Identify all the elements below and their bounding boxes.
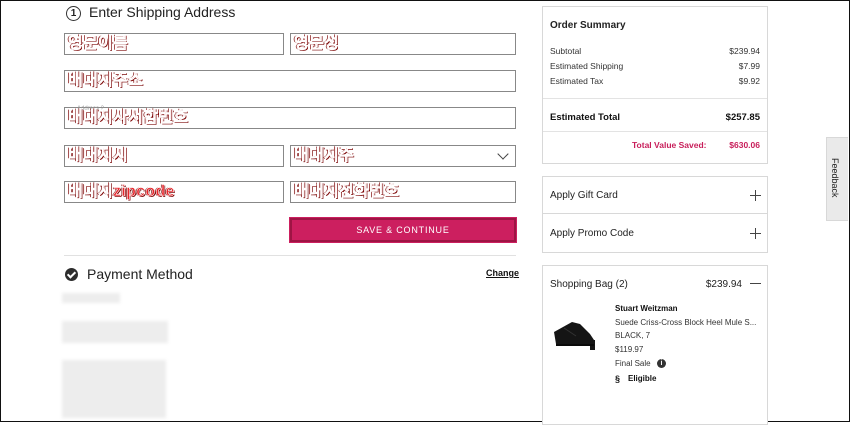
tax-value: $9.92 xyxy=(738,76,760,86)
estimated-total-value: $257.85 xyxy=(725,112,760,123)
shipping-value: $7.99 xyxy=(738,61,760,71)
feedback-tab[interactable]: Feedback xyxy=(826,137,848,221)
subtotal-value: $239.94 xyxy=(729,46,760,56)
total-saved-label: Total Value Saved: xyxy=(632,140,707,150)
phone-field[interactable]: 배대지전화번호 xyxy=(290,181,516,203)
estimated-total-label: Estimated Total xyxy=(550,112,621,123)
summary-divider xyxy=(543,98,767,99)
return-eligible-icon: § xyxy=(615,374,621,384)
first-name-field[interactable]: 영문이름 xyxy=(64,33,284,55)
product-name[interactable]: Suede Criss-Cross Block Heel Mule S... xyxy=(615,318,756,327)
state-select[interactable]: 배대지주 xyxy=(290,145,516,167)
eligible-label: Eligible xyxy=(628,374,657,383)
payment-section-title: Payment Method xyxy=(87,266,193,282)
order-summary-title: Order Summary xyxy=(550,20,626,31)
subtotal-label: Subtotal xyxy=(550,46,582,56)
shopping-bag-label: Shopping Bag (2) xyxy=(550,279,628,290)
checkmark-circle-icon xyxy=(65,268,78,281)
last-name-value: 영문성 xyxy=(294,35,340,53)
first-name-value: 영문이름 xyxy=(68,35,129,53)
city-value: 배대지시 xyxy=(68,147,129,165)
zip-value: 배대지zipcode xyxy=(68,183,175,201)
phone-value: 배대지전화번호 xyxy=(294,183,400,201)
minus-icon[interactable] xyxy=(750,283,761,285)
feedback-label: Feedback xyxy=(830,158,840,198)
product-image[interactable] xyxy=(550,318,602,350)
section-divider xyxy=(64,255,516,256)
gift-card-label: Apply Gift Card xyxy=(550,190,618,201)
chevron-down-icon xyxy=(497,148,509,160)
change-payment-link[interactable]: Change xyxy=(486,268,519,278)
redacted-block xyxy=(62,321,168,343)
final-sale-label: Final Sale xyxy=(615,359,651,368)
total-saved-value: $630.06 xyxy=(729,140,760,150)
shopping-bag-total: $239.94 xyxy=(705,279,742,290)
address1-field[interactable]: 배대지주소 xyxy=(64,70,516,92)
plus-icon[interactable] xyxy=(750,228,761,239)
address1-value: 배대지주소 xyxy=(68,72,144,90)
product-variant: BLACK, 7 xyxy=(615,331,651,340)
last-name-field[interactable]: 영문성 xyxy=(290,33,516,55)
save-continue-button[interactable]: SAVE & CONTINUE xyxy=(289,217,517,243)
step-number-badge: 1 xyxy=(66,6,81,21)
product-brand: Stuart Weitzman xyxy=(615,304,678,313)
redacted-block xyxy=(62,293,120,303)
product-price: $119.97 xyxy=(615,345,644,354)
tax-label: Estimated Tax xyxy=(550,76,604,86)
zip-field[interactable]: 배대지zipcode xyxy=(64,181,284,203)
shipping-section-title: Enter Shipping Address xyxy=(89,4,236,20)
city-field[interactable]: 배대지시 xyxy=(64,145,284,167)
summary-divider xyxy=(543,131,767,132)
plus-icon[interactable] xyxy=(750,190,761,201)
address2-value: 배대지사서함번호 xyxy=(68,109,189,127)
redacted-block xyxy=(62,360,166,418)
promo-code-label: Apply Promo Code xyxy=(550,228,634,239)
address2-field[interactable]: Address 2 배대지사서함번호 xyxy=(64,106,516,129)
shipping-label: Estimated Shipping xyxy=(550,61,624,71)
info-icon[interactable]: i xyxy=(657,359,666,368)
state-value: 배대지주 xyxy=(294,147,355,165)
